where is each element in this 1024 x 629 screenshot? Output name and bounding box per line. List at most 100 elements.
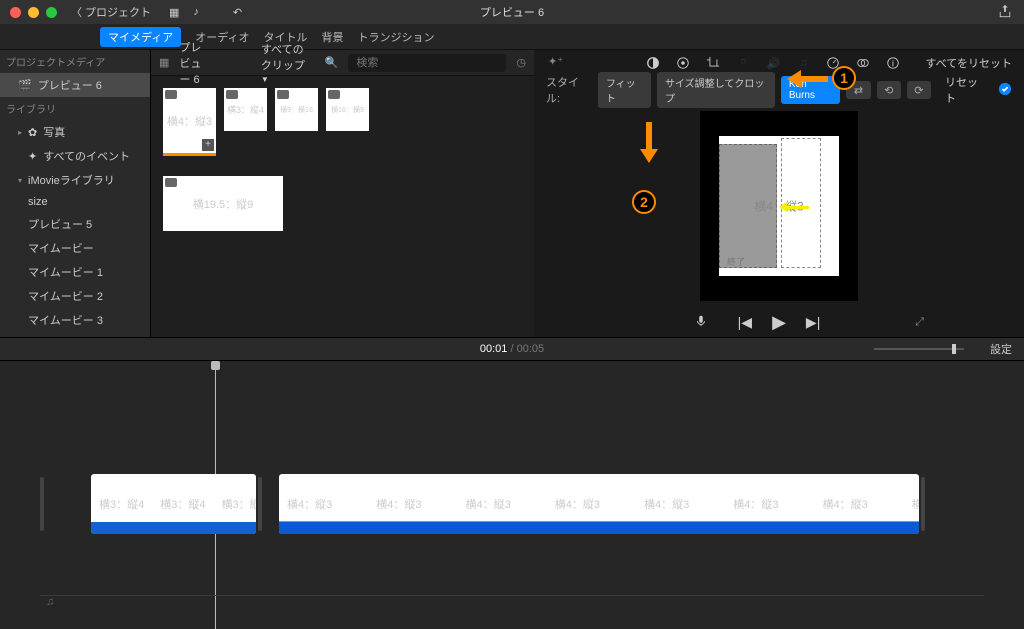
- timeline-clip[interactable]: 横3：縦4 横3：縦4 横3：縦4 横3：縦4: [91, 474, 256, 534]
- media-clip[interactable]: 横3：縦4: [224, 88, 267, 131]
- back-to-projects[interactable]: 〈 プロジェクト: [71, 4, 151, 20]
- music-icon[interactable]: ♪: [193, 6, 199, 19]
- camera-icon: [226, 90, 238, 99]
- undo-icon[interactable]: ↶: [233, 6, 242, 19]
- media-clip[interactable]: 横19.5：縦9: [163, 176, 283, 231]
- sidebar-item[interactable]: マイムービー: [0, 236, 150, 260]
- sidebar-item-label: マイムービー 1: [28, 264, 103, 280]
- svg-text:i: i: [892, 59, 894, 70]
- yellow-arrow-annotation: [781, 206, 809, 209]
- sidebar-current-project[interactable]: 🎬 プレビュー 6: [0, 73, 150, 97]
- clip-handle[interactable]: [40, 477, 44, 531]
- apply-check-icon[interactable]: [998, 82, 1012, 99]
- sidebar-item[interactable]: マイムービー 3: [0, 308, 150, 332]
- sidebar-item-label: マイムービー: [28, 240, 94, 256]
- color-wheel-icon[interactable]: [675, 55, 691, 71]
- media-clip[interactable]: 横16：横9: [326, 88, 369, 131]
- library-header: ライブラリ: [0, 97, 150, 120]
- sidebar-item-label: size: [28, 196, 48, 208]
- filter-icon[interactable]: [855, 55, 871, 71]
- clapperboard-icon: 🎬: [18, 79, 32, 92]
- noise-icon[interactable]: ♫: [795, 55, 811, 71]
- star-icon: ✦: [28, 150, 37, 163]
- style-crop[interactable]: サイズ調整してクロップ: [657, 72, 775, 108]
- search-input[interactable]: [348, 54, 506, 72]
- clip-frame-label: 横3：縦4: [222, 496, 257, 512]
- sidebar-imovie-library[interactable]: ▾ iMovieライブラリ: [0, 168, 150, 192]
- magic-wand-icon[interactable]: ✦⁺: [548, 55, 563, 68]
- clip-frame-label: 横4：縦3: [733, 496, 778, 512]
- style-fit[interactable]: フィット: [598, 72, 651, 108]
- back-label: プロジェクト: [85, 4, 151, 20]
- sidebar-all-events[interactable]: ✦ すべてのイベント: [0, 144, 150, 168]
- clip-frame-label: 横4：縦3: [644, 496, 689, 512]
- sidebar-photos[interactable]: ▸ ✿ 写真: [0, 120, 150, 144]
- swap-icon[interactable]: ⇄: [846, 81, 870, 99]
- window-controls: [0, 7, 57, 18]
- prev-frame-icon[interactable]: |◀: [738, 314, 752, 331]
- rotate-cw-icon[interactable]: ⟳: [907, 81, 931, 99]
- speed-icon[interactable]: [825, 55, 841, 71]
- audio-track[interactable]: ♫: [40, 595, 984, 611]
- minimize-window[interactable]: [28, 7, 39, 18]
- video-track: 横3：縦4 横3：縦4 横3：縦4 横3：縦4 横4：縦3 横4：縦3 横4：縦…: [0, 466, 1024, 541]
- search-icon: 🔍: [325, 56, 339, 69]
- sidebar-item[interactable]: マイムービー 2: [0, 284, 150, 308]
- style-ken-burns[interactable]: Ken Burns: [781, 76, 841, 104]
- clock-icon[interactable]: ◷: [516, 56, 526, 69]
- list-view-icon[interactable]: ▦: [159, 56, 169, 69]
- play-icon[interactable]: ▶: [772, 312, 786, 333]
- media-clip[interactable]: 横9：横16: [275, 88, 318, 131]
- zoom-slider[interactable]: [874, 348, 964, 350]
- time-display-bar: 00:01 / 00:05 設定: [0, 337, 1024, 361]
- window-title: プレビュー 6: [480, 4, 544, 20]
- clip-frame-label: 横4：縦3: [376, 496, 421, 512]
- camera-icon: [277, 90, 289, 99]
- share-icon[interactable]: [998, 4, 1012, 21]
- tab-background[interactable]: 背景: [321, 29, 343, 45]
- sidebar-item[interactable]: マイムービー 1: [0, 260, 150, 284]
- crop-icon[interactable]: [705, 55, 721, 71]
- close-window[interactable]: [10, 7, 21, 18]
- clip-label: 横3：縦4: [227, 103, 264, 116]
- info-icon[interactable]: i: [885, 55, 901, 71]
- timeline[interactable]: 横3：縦4 横3：縦4 横3：縦4 横3：縦4 横4：縦3 横4：縦3 横4：縦…: [0, 361, 1024, 629]
- duration: 00:05: [517, 343, 545, 355]
- sidebar: プロジェクトメディア 🎬 プレビュー 6 ライブラリ ▸ ✿ 写真 ✦ すべての…: [0, 50, 151, 337]
- titlebar: 〈 プロジェクト ▦ ♪ ↶ プレビュー 6: [0, 0, 1024, 24]
- timeline-clip[interactable]: 横4：縦3 横4：縦3 横4：縦3 横4：縦3 横4：縦3 横4：縦3 横4：縦…: [279, 474, 919, 534]
- camera-icon: [165, 90, 177, 99]
- sidebar-item[interactable]: プレビュー 5: [0, 212, 150, 236]
- tab-my-media[interactable]: マイメディア: [100, 27, 181, 47]
- preview-panel: ✦⁺ ⸋ 🔊 ♫ i すべてをリセット スタイル: フィット サイズ調整してクロ…: [534, 50, 1024, 337]
- preview-viewport[interactable]: 横4：縦3 終了: [534, 104, 1024, 307]
- clip-frame-label: 横3：縦4: [160, 496, 205, 512]
- settings-button[interactable]: 設定: [990, 341, 1012, 357]
- add-icon[interactable]: +: [202, 139, 214, 151]
- color-balance-icon[interactable]: [645, 55, 661, 71]
- rotate-ccw-icon[interactable]: ⟲: [877, 81, 901, 99]
- playback-controls: |◀ ▶ ▶| ⤢: [534, 307, 1024, 337]
- clip-frame-label: 横4：縦3: [823, 496, 868, 512]
- tab-transition[interactable]: トランジション: [357, 29, 434, 45]
- fullscreen-icon[interactable]: ⤢: [915, 316, 924, 329]
- sidebar-item-label: プレビュー 6: [38, 77, 102, 93]
- microphone-icon[interactable]: [694, 314, 708, 331]
- sidebar-item[interactable]: size: [0, 192, 150, 212]
- library-icon[interactable]: ▦: [169, 6, 179, 19]
- clip-label: 横9：横16: [280, 105, 313, 115]
- reset-button[interactable]: リセット: [945, 74, 986, 106]
- clip-handle[interactable]: [921, 477, 925, 531]
- media-browser: ▦ プレビュー 6 すべてのクリップ ▼ 🔍 ◷ 横4：縦3+ 横3：縦4 横9…: [151, 50, 534, 337]
- maximize-window[interactable]: [46, 7, 57, 18]
- clip-frame-label: 横4：縦3: [287, 496, 332, 512]
- volume-icon[interactable]: 🔊: [765, 55, 781, 71]
- clip-frame-label: 横3：縦4: [99, 496, 144, 512]
- media-clip[interactable]: 横4：縦3+: [163, 88, 216, 156]
- reset-all-button[interactable]: すべてをリセット: [925, 55, 1012, 71]
- next-frame-icon[interactable]: ▶|: [806, 314, 820, 331]
- clip-handle[interactable]: [258, 477, 262, 531]
- project-media-header: プロジェクトメディア: [0, 50, 150, 73]
- media-tabs: マイメディア オーディオ タイトル 背景 トランジション: [0, 24, 1024, 50]
- stabilize-icon[interactable]: ⸋: [735, 55, 751, 71]
